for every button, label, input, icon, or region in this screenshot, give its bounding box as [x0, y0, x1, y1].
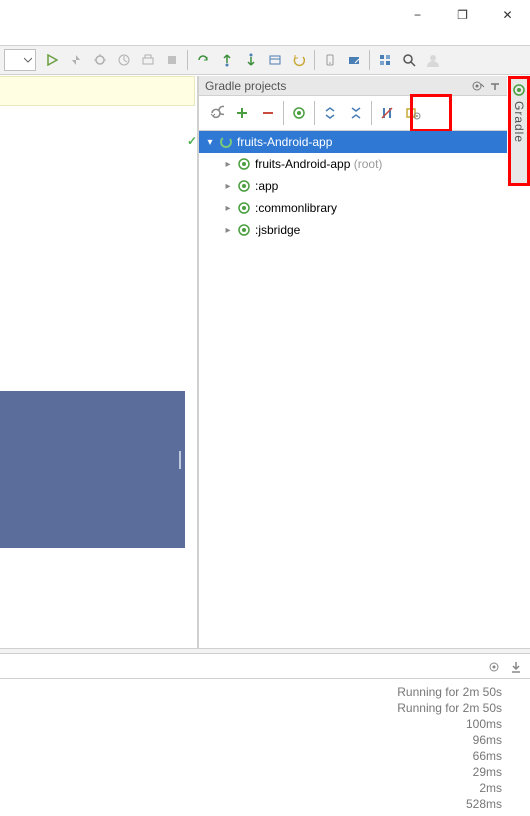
- gradle-module-icon: [235, 223, 253, 237]
- editor-selection-block: [0, 391, 185, 548]
- status-line: Running for 2m 50s: [4, 700, 502, 716]
- attach-debugger-button[interactable]: [137, 49, 159, 71]
- chevron-down-icon: [24, 56, 32, 64]
- run-config-dropdown[interactable]: [4, 49, 36, 71]
- main-toolbar: [0, 45, 530, 75]
- panel-resize-handle[interactable]: [0, 648, 530, 654]
- gradle-module-icon: [235, 201, 253, 215]
- chevron-right-icon[interactable]: ▸: [221, 181, 235, 192]
- toolbar-separator: [371, 101, 372, 125]
- chevron-right-icon[interactable]: ▸: [221, 225, 235, 236]
- tree-item-label: :app: [253, 179, 278, 193]
- status-line: 29ms: [4, 764, 502, 780]
- hide-icon[interactable]: [489, 80, 501, 92]
- gradle-tab-label: Gradle: [512, 101, 526, 143]
- gradle-panel: Gradle projects ✓ ▾ fruits-Android-app ▸: [197, 76, 507, 648]
- status-line: 96ms: [4, 732, 502, 748]
- tree-row[interactable]: ▸ :app: [199, 175, 507, 197]
- window-controls: − ❐ ✕: [395, 0, 530, 30]
- gradle-settings-button[interactable]: [400, 100, 426, 126]
- status-line: 100ms: [4, 716, 502, 732]
- execute-task-button[interactable]: [286, 100, 312, 126]
- tree-row[interactable]: ▸ fruits-Android-app (root): [199, 153, 507, 175]
- notification-bar[interactable]: [0, 76, 195, 106]
- vcs-history-button[interactable]: [264, 49, 286, 71]
- gradle-side-tab[interactable]: Gradle: [508, 76, 530, 186]
- gradle-panel-title: Gradle projects: [205, 79, 471, 93]
- debug-button[interactable]: [89, 49, 111, 71]
- chevron-right-icon[interactable]: ▸: [221, 159, 235, 170]
- vcs-commit-button[interactable]: [240, 49, 262, 71]
- remove-button[interactable]: [255, 100, 281, 126]
- bottom-toolbar: [0, 655, 530, 679]
- apply-changes-button[interactable]: [65, 49, 87, 71]
- collapse-all-button[interactable]: [343, 100, 369, 126]
- close-button[interactable]: ✕: [485, 0, 530, 30]
- maximize-button[interactable]: ❐: [440, 0, 485, 30]
- tree-row[interactable]: ▸ :jsbridge: [199, 219, 507, 241]
- gradle-module-icon: [235, 179, 253, 193]
- toolbar-separator: [187, 50, 188, 70]
- tree-item-label: :jsbridge: [253, 223, 300, 237]
- vcs-revert-button[interactable]: [288, 49, 310, 71]
- refresh-button[interactable]: [203, 100, 229, 126]
- run-button[interactable]: [41, 49, 63, 71]
- status-line: 2ms: [4, 780, 502, 796]
- loading-icon: [217, 135, 235, 149]
- status-log: Running for 2m 50s Running for 2m 50s 10…: [0, 680, 530, 816]
- toolbar-separator: [283, 101, 284, 125]
- status-line: 66ms: [4, 748, 502, 764]
- sync-button[interactable]: [192, 49, 214, 71]
- editor-left-area: [0, 76, 195, 648]
- project-structure-button[interactable]: [374, 49, 396, 71]
- gradle-icon: [512, 83, 526, 97]
- checkmark-icon: ✓: [187, 134, 197, 148]
- vcs-update-button[interactable]: [216, 49, 238, 71]
- toggle-offline-button[interactable]: [374, 100, 400, 126]
- status-line: 528ms: [4, 796, 502, 812]
- add-button[interactable]: [229, 100, 255, 126]
- gear-icon[interactable]: [488, 660, 502, 674]
- gradle-project-tree[interactable]: ✓ ▾ fruits-Android-app ▸ fruits-Android-…: [199, 131, 507, 241]
- tree-item-label: :commonlibrary: [253, 201, 337, 215]
- gradle-module-icon: [235, 157, 253, 171]
- search-button[interactable]: [398, 49, 420, 71]
- gear-icon[interactable]: [471, 79, 485, 93]
- minimize-button[interactable]: −: [395, 0, 440, 30]
- toolbar-separator: [314, 50, 315, 70]
- chevron-right-icon[interactable]: ▸: [221, 203, 235, 214]
- tree-item-label: fruits-Android-app (root): [253, 157, 382, 171]
- avd-manager-button[interactable]: [319, 49, 341, 71]
- status-line: Running for 2m 50s: [4, 684, 502, 700]
- tree-root-row[interactable]: ▾ fruits-Android-app: [199, 131, 507, 153]
- profile-button[interactable]: [113, 49, 135, 71]
- sdk-manager-button[interactable]: [343, 49, 365, 71]
- gradle-panel-header: Gradle projects: [199, 76, 507, 96]
- toolbar-separator: [369, 50, 370, 70]
- toolbar-separator: [314, 101, 315, 125]
- user-icon[interactable]: [422, 49, 444, 71]
- tree-root-label: fruits-Android-app: [235, 135, 332, 149]
- tree-row[interactable]: ▸ :commonlibrary: [199, 197, 507, 219]
- download-icon[interactable]: [510, 661, 522, 673]
- stop-button[interactable]: [161, 49, 183, 71]
- expand-all-button[interactable]: [317, 100, 343, 126]
- chevron-down-icon[interactable]: ▾: [203, 137, 217, 148]
- gradle-toolbar: [199, 96, 507, 131]
